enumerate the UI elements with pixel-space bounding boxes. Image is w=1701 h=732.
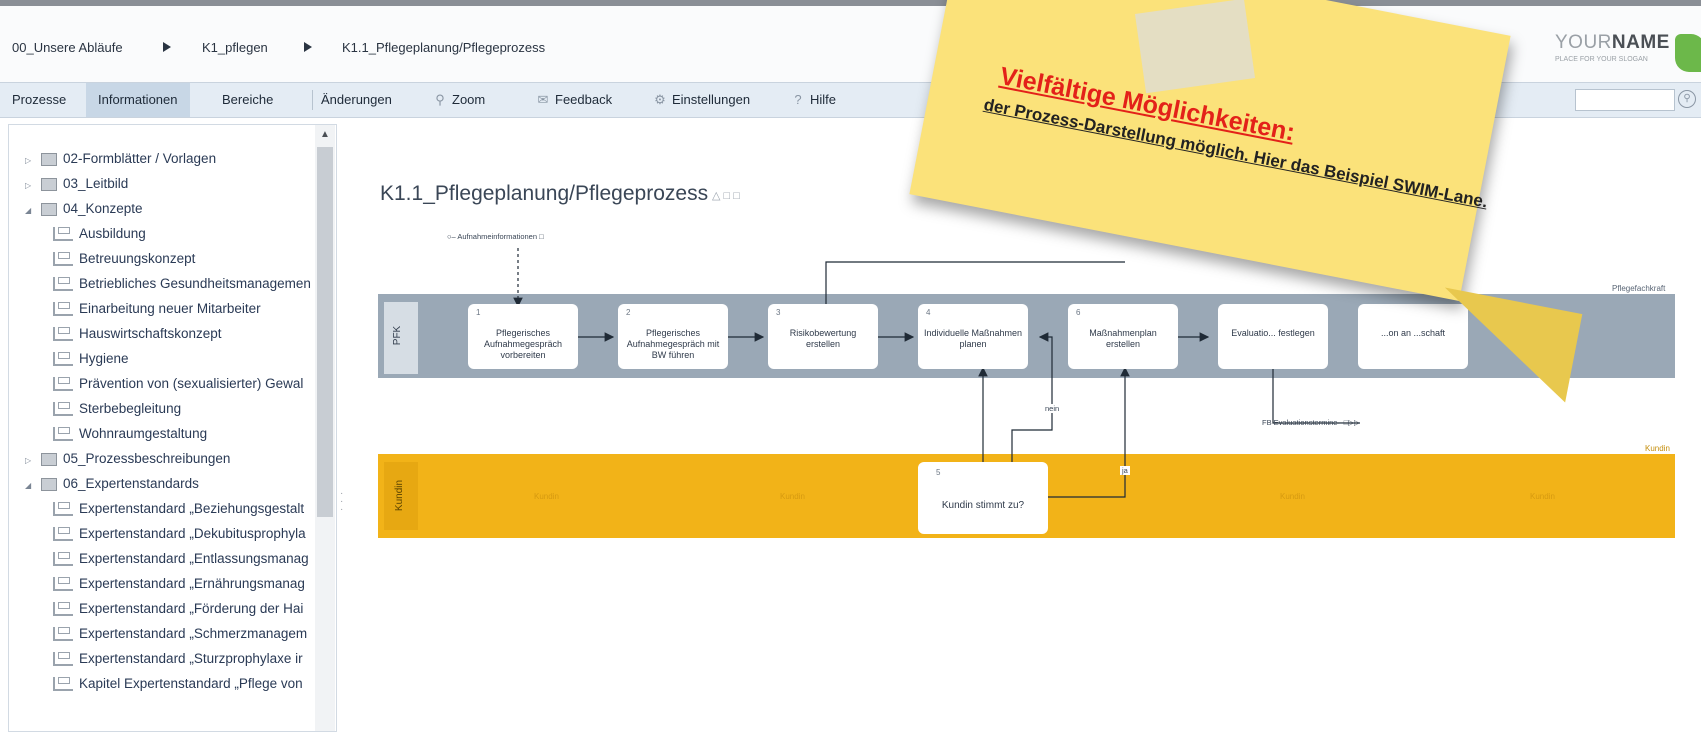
task-number: 6 xyxy=(1076,308,1081,317)
task-number: 1 xyxy=(476,308,481,317)
process-task-1[interactable]: 1 Pflegerisches Aufnahmegespräch vorbere… xyxy=(468,304,578,369)
process-task-3[interactable]: 3 Risikobewertung erstellen xyxy=(768,304,878,369)
process-task-6[interactable]: 6 Maßnahmenplan erstellen xyxy=(1068,304,1178,369)
process-task-evaluation[interactable]: Evaluatio... festlegen xyxy=(1218,304,1328,369)
decision-label: Kundin stimmt zu? xyxy=(941,500,1025,511)
decision-kundin-stimmt-zu[interactable]: 5 Kundin stimmt zu? xyxy=(918,462,1048,534)
edge-label-nein: nein xyxy=(1043,404,1062,413)
task-label: Maßnahmenplan erstellen xyxy=(1089,328,1157,349)
task-number: 3 xyxy=(776,308,781,317)
task-number: 2 xyxy=(626,308,631,317)
decision-number: 5 xyxy=(936,468,941,477)
sticky-note-tape xyxy=(1134,0,1256,94)
input-document-label: Aufnahmeinformationen xyxy=(457,232,538,241)
output-document-evaluationstermine[interactable]: FB Evaluationstermine –□▷▷ xyxy=(1262,418,1360,427)
task-label: Evaluatio... festlegen xyxy=(1231,328,1315,338)
process-task-2[interactable]: 2 Pflegerisches Aufnahmegespräch mit BW … xyxy=(618,304,728,369)
input-document-aufnahmeinformationen[interactable]: ○– Aufnahmeinformationen □ xyxy=(447,232,544,241)
task-label: Pflegerisches Aufnahmegespräch mit BW fü… xyxy=(626,328,720,360)
task-label: Pflegerisches Aufnahmegespräch vorbereit… xyxy=(483,328,563,360)
process-task-4[interactable]: 4 Individuelle Maßnahmen planen xyxy=(918,304,1028,369)
task-number: 4 xyxy=(926,308,931,317)
output-document-label: FB Evaluationstermine xyxy=(1262,418,1338,427)
task-label: Risikobewertung erstellen xyxy=(789,328,857,349)
edge-label-ja: ja xyxy=(1120,466,1130,475)
task-label: Individuelle Maßnahmen planen xyxy=(923,328,1023,349)
